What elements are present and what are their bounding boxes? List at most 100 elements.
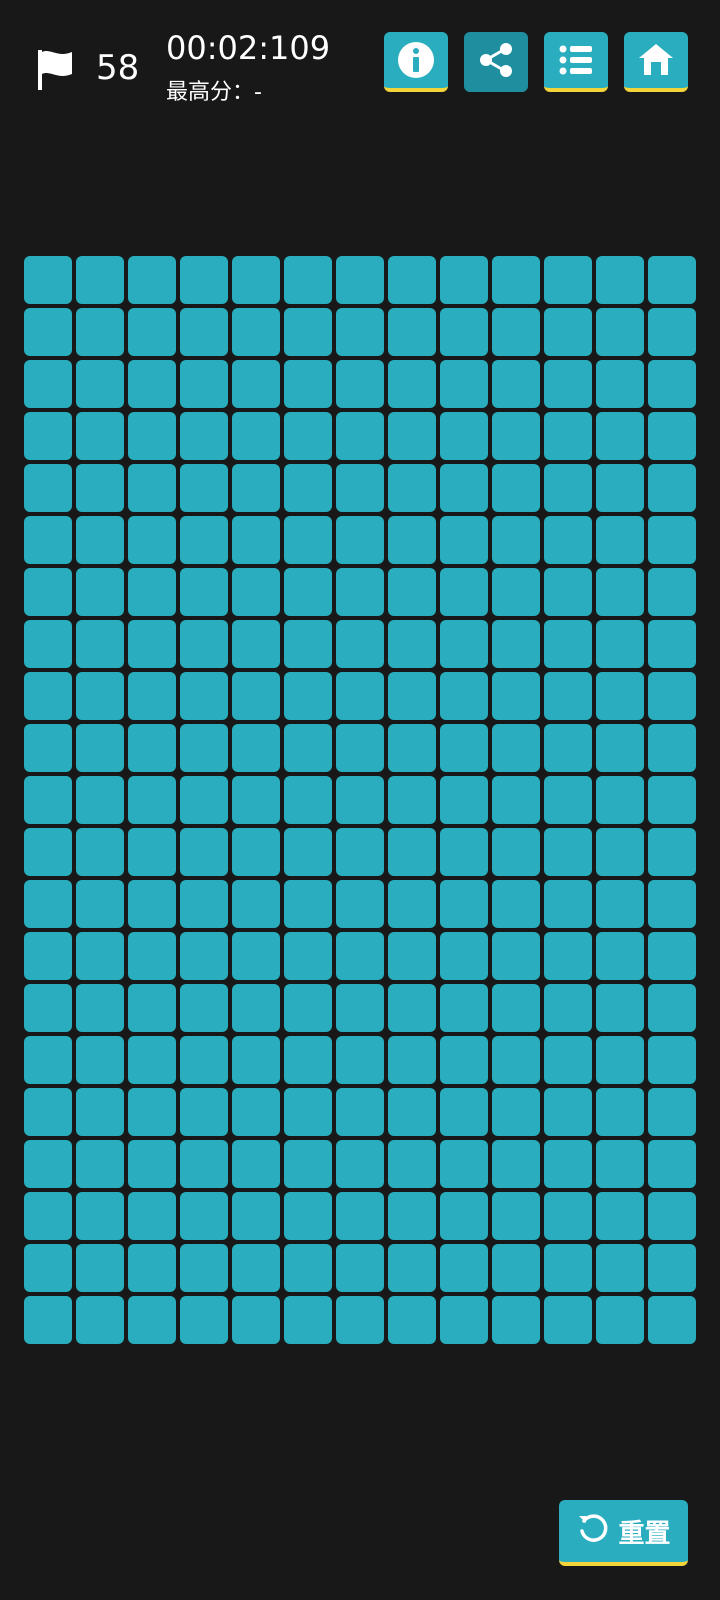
- board-cell[interactable]: [24, 308, 72, 356]
- board-cell[interactable]: [388, 516, 436, 564]
- board-cell[interactable]: [284, 880, 332, 928]
- board-cell[interactable]: [76, 412, 124, 460]
- board-cell[interactable]: [440, 1296, 488, 1344]
- list-button[interactable]: [544, 32, 608, 92]
- board-cell[interactable]: [180, 672, 228, 720]
- board-cell[interactable]: [336, 984, 384, 1032]
- board-cell[interactable]: [24, 932, 72, 980]
- board-cell[interactable]: [180, 1036, 228, 1084]
- board-cell[interactable]: [76, 1140, 124, 1188]
- board-cell[interactable]: [544, 308, 592, 356]
- board-cell[interactable]: [128, 932, 176, 980]
- board-cell[interactable]: [544, 360, 592, 408]
- board-cell[interactable]: [388, 1140, 436, 1188]
- board-cell[interactable]: [440, 1140, 488, 1188]
- board-cell[interactable]: [544, 1192, 592, 1240]
- board-cell[interactable]: [24, 828, 72, 876]
- board-cell[interactable]: [492, 828, 540, 876]
- board-cell[interactable]: [544, 724, 592, 772]
- board-cell[interactable]: [388, 724, 436, 772]
- board-cell[interactable]: [544, 1036, 592, 1084]
- board-cell[interactable]: [284, 1140, 332, 1188]
- board-cell[interactable]: [648, 464, 696, 512]
- board-cell[interactable]: [128, 828, 176, 876]
- board-cell[interactable]: [388, 1296, 436, 1344]
- board-cell[interactable]: [544, 828, 592, 876]
- board-cell[interactable]: [76, 1088, 124, 1136]
- board-cell[interactable]: [596, 308, 644, 356]
- board-cell[interactable]: [128, 1192, 176, 1240]
- board-cell[interactable]: [492, 932, 540, 980]
- board-cell[interactable]: [388, 932, 436, 980]
- board-cell[interactable]: [180, 568, 228, 616]
- board-cell[interactable]: [180, 776, 228, 824]
- board-cell[interactable]: [284, 516, 332, 564]
- board-cell[interactable]: [336, 776, 384, 824]
- board-cell[interactable]: [284, 1192, 332, 1240]
- board-cell[interactable]: [544, 1088, 592, 1136]
- board-cell[interactable]: [128, 308, 176, 356]
- board-cell[interactable]: [284, 620, 332, 668]
- reset-button[interactable]: 重置: [559, 1500, 688, 1566]
- board-cell[interactable]: [232, 880, 280, 928]
- board-cell[interactable]: [336, 568, 384, 616]
- board-cell[interactable]: [596, 1192, 644, 1240]
- board-cell[interactable]: [232, 724, 280, 772]
- board-cell[interactable]: [440, 620, 488, 668]
- board-cell[interactable]: [180, 360, 228, 408]
- board-cell[interactable]: [648, 412, 696, 460]
- board-cell[interactable]: [128, 984, 176, 1032]
- board-cell[interactable]: [128, 1036, 176, 1084]
- board-cell[interactable]: [336, 360, 384, 408]
- board-cell[interactable]: [128, 620, 176, 668]
- board-cell[interactable]: [388, 1244, 436, 1292]
- board-cell[interactable]: [648, 516, 696, 564]
- board-cell[interactable]: [648, 568, 696, 616]
- board-cell[interactable]: [440, 672, 488, 720]
- board-cell[interactable]: [648, 672, 696, 720]
- board-cell[interactable]: [76, 828, 124, 876]
- board-cell[interactable]: [492, 360, 540, 408]
- board-cell[interactable]: [24, 516, 72, 564]
- board-cell[interactable]: [232, 932, 280, 980]
- board-cell[interactable]: [24, 1192, 72, 1240]
- board-cell[interactable]: [128, 568, 176, 616]
- board-cell[interactable]: [180, 464, 228, 512]
- board-cell[interactable]: [24, 1088, 72, 1136]
- board-cell[interactable]: [596, 256, 644, 304]
- board-cell[interactable]: [648, 880, 696, 928]
- board-cell[interactable]: [492, 256, 540, 304]
- board-cell[interactable]: [596, 620, 644, 668]
- board-cell[interactable]: [24, 776, 72, 824]
- board-cell[interactable]: [24, 360, 72, 408]
- board-cell[interactable]: [544, 984, 592, 1032]
- board-cell[interactable]: [232, 1140, 280, 1188]
- board-cell[interactable]: [544, 776, 592, 824]
- board-cell[interactable]: [440, 568, 488, 616]
- board-cell[interactable]: [180, 516, 228, 564]
- board-cell[interactable]: [648, 1244, 696, 1292]
- board-cell[interactable]: [388, 880, 436, 928]
- board-cell[interactable]: [336, 880, 384, 928]
- board-cell[interactable]: [596, 984, 644, 1032]
- board-cell[interactable]: [492, 412, 540, 460]
- board-cell[interactable]: [336, 1088, 384, 1136]
- board-cell[interactable]: [284, 724, 332, 772]
- board-cell[interactable]: [336, 308, 384, 356]
- board-cell[interactable]: [596, 932, 644, 980]
- board-cell[interactable]: [24, 880, 72, 928]
- board-cell[interactable]: [76, 1036, 124, 1084]
- board-cell[interactable]: [440, 1036, 488, 1084]
- board-cell[interactable]: [440, 1088, 488, 1136]
- board-cell[interactable]: [492, 568, 540, 616]
- board-cell[interactable]: [76, 516, 124, 564]
- board-cell[interactable]: [388, 308, 436, 356]
- board-cell[interactable]: [336, 1244, 384, 1292]
- board-cell[interactable]: [76, 360, 124, 408]
- board-cell[interactable]: [232, 308, 280, 356]
- board-cell[interactable]: [440, 464, 488, 512]
- board-cell[interactable]: [648, 620, 696, 668]
- board-cell[interactable]: [648, 724, 696, 772]
- board-cell[interactable]: [648, 932, 696, 980]
- board-cell[interactable]: [128, 1088, 176, 1136]
